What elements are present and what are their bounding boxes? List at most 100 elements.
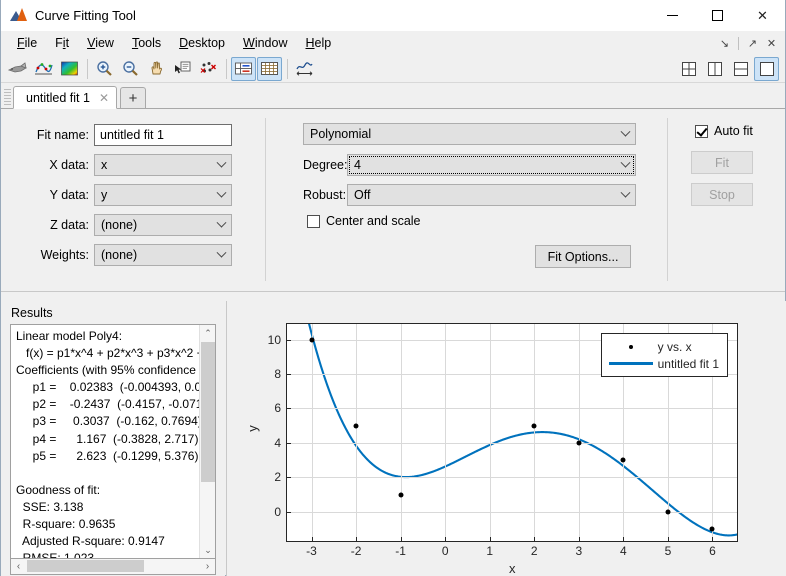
fit-tab-untitled-fit-1[interactable]: untitled fit 1 ✕ [13, 86, 117, 109]
surface-plot-icon[interactable] [57, 57, 82, 81]
plot-legend[interactable]: y vs. x untitled fit 1 [600, 333, 728, 377]
menu-window[interactable]: Window [234, 33, 296, 54]
y-axis-tick [286, 408, 291, 410]
pan-icon[interactable] [144, 57, 169, 81]
grid-icon[interactable] [257, 56, 282, 81]
fit-name-label: Fit name: [36, 128, 89, 142]
chevron-down-icon [620, 157, 631, 168]
z-data-select[interactable]: (none) [94, 214, 232, 236]
center-and-scale-checkbox[interactable]: Center and scale [307, 214, 421, 228]
y-axis-tick [286, 477, 291, 479]
fit-tab-label: untitled fit 1 [26, 90, 90, 105]
layout-quad-icon[interactable] [676, 57, 701, 81]
close-icon[interactable]: ✕ [99, 91, 109, 105]
layout-single-icon[interactable] [754, 57, 779, 81]
auto-fit-checkbox[interactable]: Auto fit [695, 124, 753, 138]
weights-row: Weights: (none) [34, 244, 232, 266]
y-data-label: Y data: [49, 188, 89, 202]
data-point[interactable] [531, 423, 537, 429]
menu-desktop[interactable]: Desktop [170, 33, 234, 54]
legend-marker [608, 344, 654, 349]
axes-limits-icon[interactable] [292, 57, 317, 81]
legend-marker-icon [628, 344, 633, 349]
layout-horizontal-icon[interactable] [728, 57, 753, 81]
x-axis-tick [311, 537, 313, 542]
fit-button[interactable]: Fit [691, 151, 753, 174]
grid-line-horizontal [287, 408, 737, 410]
degree-select[interactable]: 4 [347, 154, 636, 176]
data-point[interactable] [576, 440, 582, 446]
results-panel: Results Linear model Poly4: f(x) = p1*x^… [1, 301, 225, 576]
data-icon[interactable] [31, 57, 56, 81]
robust-select[interactable]: Off [347, 184, 636, 206]
grid-line-vertical [356, 324, 358, 541]
stop-button[interactable]: Stop [691, 183, 753, 206]
grid-line-vertical [489, 324, 491, 541]
fit-name-input[interactable]: untitled fit 1 [94, 124, 232, 146]
exclude-outliers-icon[interactable] [196, 57, 221, 81]
x-axis-tick [400, 537, 402, 542]
toolbar-separator-3 [287, 58, 288, 79]
scroll-right-icon[interactable]: › [200, 559, 215, 573]
y-axis-tick [286, 373, 291, 375]
x-data-value: x [101, 158, 108, 172]
chevron-down-icon [620, 126, 631, 137]
undock-icon[interactable]: ↘ [717, 35, 732, 52]
data-point[interactable] [398, 492, 404, 497]
menu-help[interactable]: Help [297, 33, 341, 54]
menu-file[interactable]: File [8, 33, 46, 54]
data-point[interactable] [353, 423, 359, 429]
minimize-button[interactable] [650, 0, 695, 31]
fit-plot-axes[interactable]: y vs. x untitled fit 1 [286, 323, 738, 542]
maximize-icon [712, 10, 723, 21]
results-textbox[interactable]: Linear model Poly4: f(x) = p1*x^4 + p2*x… [10, 324, 216, 559]
y-data-value: y [101, 188, 108, 202]
layout-vertical-icon[interactable] [702, 57, 727, 81]
vertical-scroll-thumb[interactable] [201, 342, 215, 482]
grid-line-vertical [534, 324, 536, 541]
fit-type-select[interactable]: Polynomial [303, 123, 636, 145]
panel-close-icon[interactable]: ✕ [764, 35, 779, 52]
chevron-down-icon [216, 217, 227, 228]
weights-select[interactable]: (none) [94, 244, 232, 266]
fit-type-value: Polynomial [310, 127, 372, 141]
zoom-in-icon[interactable] [92, 57, 117, 81]
results-vertical-scrollbar[interactable]: ⌃ ⌄ [199, 325, 215, 558]
tabbar-grip[interactable] [4, 89, 11, 107]
window-title: Curve Fitting Tool [35, 7, 136, 23]
menu-fit[interactable]: Fit [46, 33, 78, 54]
restore-icon[interactable]: ↗ [745, 35, 760, 52]
x-axis-tick-label: 4 [620, 544, 627, 558]
chevron-down-icon [216, 247, 227, 258]
y-axis-tick [286, 339, 291, 341]
x-axis-tick-label: 5 [664, 544, 672, 558]
menu-tools[interactable]: Tools [123, 33, 170, 54]
fit-options-button[interactable]: Fit Options... [535, 245, 631, 268]
scroll-down-icon[interactable]: ⌄ [200, 542, 215, 558]
add-fit-button[interactable]: + [120, 87, 146, 108]
matlab-cftool-icon [10, 7, 28, 23]
y-data-select[interactable]: y [94, 184, 232, 206]
data-point[interactable] [709, 526, 715, 532]
data-cursor-icon[interactable] [170, 57, 195, 81]
new-fit-icon[interactable] [5, 57, 30, 81]
results-horizontal-scrollbar[interactable]: ‹ › [10, 559, 216, 575]
menu-view[interactable]: View [78, 33, 123, 54]
z-data-value: (none) [101, 218, 138, 232]
robust-row: Robust: Off [303, 184, 636, 206]
legend-icon[interactable] [231, 56, 256, 81]
legend-label: untitled fit 1 [657, 356, 719, 371]
scroll-up-icon[interactable]: ⌃ [200, 325, 215, 341]
zoom-out-icon[interactable] [118, 57, 143, 81]
scroll-left-icon[interactable]: ‹ [11, 559, 26, 573]
degree-label: Degree: [303, 158, 348, 172]
x-data-select[interactable]: x [94, 154, 232, 176]
maximize-button[interactable] [695, 0, 740, 31]
data-point[interactable] [309, 337, 314, 342]
x-axis-tick-label: 3 [575, 544, 583, 558]
data-point[interactable] [665, 509, 671, 515]
close-button[interactable]: ✕ [740, 0, 785, 31]
horizontal-scroll-thumb[interactable] [27, 560, 144, 572]
degree-row: Degree: 4 [303, 154, 636, 176]
data-point[interactable] [620, 457, 626, 463]
